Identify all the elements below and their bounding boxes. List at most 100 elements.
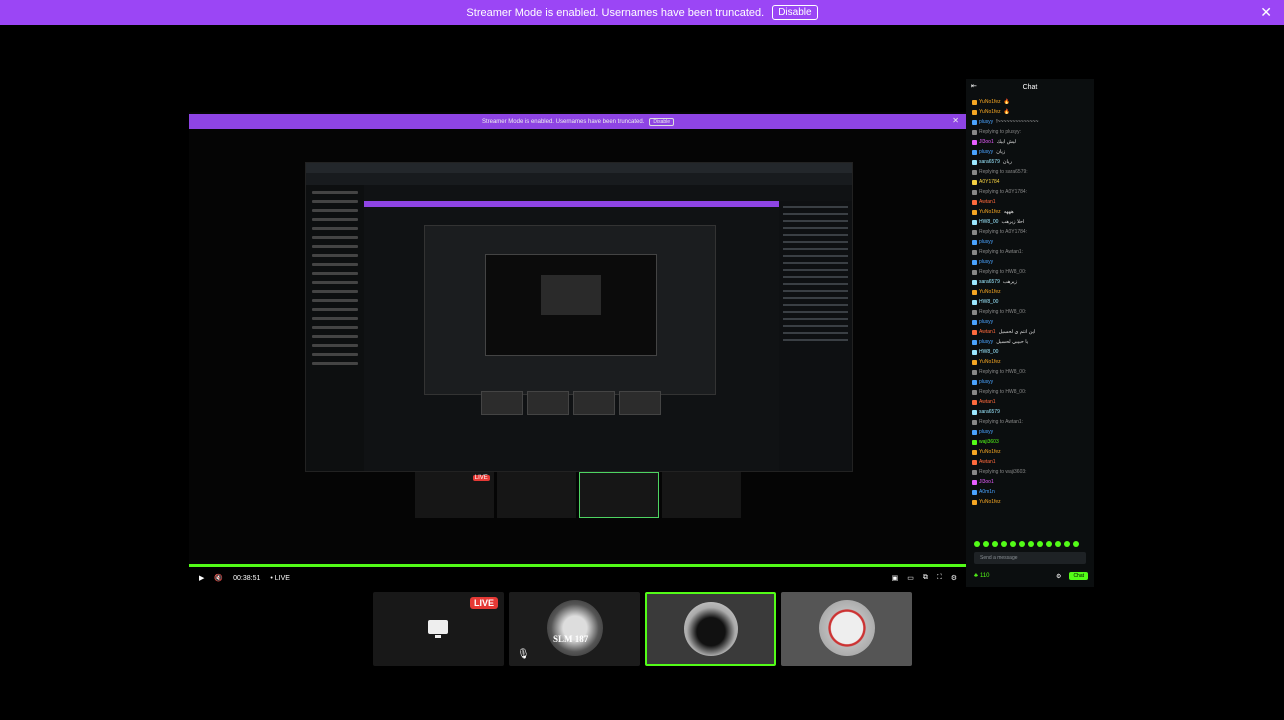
chat-username[interactable]: YuNo1fez: [979, 287, 1001, 297]
captured-purple-banner: [364, 201, 779, 207]
chat-username[interactable]: YuNo1fez: [979, 447, 1001, 457]
chat-username[interactable]: Replying to Awtan1:: [979, 417, 1023, 427]
clip-icon[interactable]: ⧉: [923, 574, 928, 582]
emote[interactable]: [1001, 541, 1007, 547]
chat-username[interactable]: Awtan1: [979, 397, 996, 407]
chat-username[interactable]: plusyy: [979, 427, 993, 437]
emote[interactable]: [1037, 541, 1043, 547]
chat-username[interactable]: Replying to plusyy:: [979, 127, 1021, 137]
fullscreen-icon[interactable]: ⛶: [937, 574, 942, 582]
chat-username[interactable]: YuNo1fez: [979, 97, 1001, 107]
chat-message: plusyy: [972, 377, 1088, 387]
chat-message: YuNo1fez: [972, 447, 1088, 457]
chat-username[interactable]: sara6579: [979, 407, 1000, 417]
chat-username[interactable]: YuNo1fez: [979, 207, 1001, 217]
chat-username[interactable]: HW8_00: [979, 297, 998, 307]
chat-username[interactable]: YuNo1fez: [979, 357, 1001, 367]
chat-text: ريان: [1002, 159, 1012, 165]
play-icon[interactable]: ▶: [199, 574, 204, 582]
emote[interactable]: [1064, 541, 1070, 547]
user-badge-icon: [972, 499, 977, 505]
chat-username[interactable]: Awtan1: [979, 457, 996, 467]
chat-username[interactable]: Replying to HW8_00:: [979, 307, 1026, 317]
user-badge-icon: [972, 469, 977, 475]
user-badge-icon: [972, 409, 977, 415]
slm-avatar: [547, 600, 603, 656]
chat-username[interactable]: Replying to A0Y1784:: [979, 227, 1027, 237]
cam-tile-2[interactable]: [645, 592, 776, 666]
user-badge-icon: [972, 439, 977, 445]
user-badge-icon: [972, 159, 977, 165]
chat-message: Replying to HW8_00:: [972, 307, 1088, 317]
emote[interactable]: [1046, 541, 1052, 547]
user-badge-icon: [972, 339, 977, 345]
chat-username[interactable]: Replying to Awtan1:: [979, 247, 1023, 257]
chat-username[interactable]: sara6579: [979, 157, 1000, 167]
emote[interactable]: [1055, 541, 1061, 547]
chat-username[interactable]: A0m1n: [979, 487, 995, 497]
chat-message: A0m1n: [972, 487, 1088, 497]
emote[interactable]: [1073, 541, 1079, 547]
chat-text: يا حبيبي لحسيل: [996, 339, 1029, 345]
chat-message: Replying to Awtan1:: [972, 247, 1088, 257]
chat-settings-icon[interactable]: ⚙: [1056, 573, 1061, 580]
chat-text: !~~~~~~~~~~~~~~: [996, 119, 1039, 125]
chat-username[interactable]: plusyy: [979, 117, 993, 127]
collapse-icon[interactable]: ⇤: [971, 82, 977, 90]
user-badge-icon: [972, 479, 977, 485]
chat-text: هههه: [1003, 209, 1014, 215]
close-icon[interactable]: ✕: [1260, 4, 1272, 21]
chat-username[interactable]: Replying to HW8_00:: [979, 367, 1026, 377]
emote[interactable]: [1019, 541, 1025, 547]
chat-username[interactable]: plusyy: [979, 317, 993, 327]
chat-username[interactable]: A0Y1784: [979, 177, 1000, 187]
chat-username[interactable]: plusyy: [979, 237, 993, 247]
user-badge-icon: [972, 449, 977, 455]
cam-tile-3[interactable]: [781, 592, 912, 666]
chat-username[interactable]: sara6579: [979, 277, 1000, 287]
send-chat-button[interactable]: Chat: [1069, 572, 1088, 580]
settings-icon[interactable]: ⚙: [951, 574, 957, 582]
live-badge: LIVE: [469, 597, 498, 609]
chat-username[interactable]: Jl3oo1: [979, 137, 994, 147]
screen-tile[interactable]: LIVE: [373, 592, 504, 666]
chat-message: Replying to HW8_00:: [972, 267, 1088, 277]
captured-disable-button: Disable: [649, 117, 675, 126]
chat-username[interactable]: waji3603: [979, 437, 999, 447]
pip-icon[interactable]: ▣: [892, 574, 899, 582]
chat-username[interactable]: Replying to HW8_00:: [979, 387, 1026, 397]
captured-chat: [779, 201, 852, 471]
emote[interactable]: [974, 541, 980, 547]
chat-username[interactable]: plusyy: [979, 147, 993, 157]
chat-username[interactable]: Replying to HW8_00:: [979, 267, 1026, 277]
chat-username[interactable]: plusyy: [979, 257, 993, 267]
theater-icon[interactable]: ▭: [907, 574, 914, 582]
chat-username[interactable]: Jl3oo1: [979, 477, 994, 487]
chat-username[interactable]: Awtan1: [979, 197, 996, 207]
chat-username[interactable]: Replying to waji3603:: [979, 467, 1027, 477]
emote[interactable]: [992, 541, 998, 547]
chat-username[interactable]: YuNo1fez: [979, 107, 1001, 117]
chat-username[interactable]: HW8_00: [979, 217, 998, 227]
video-player[interactable]: Streamer Mode is enabled. Usernames have…: [189, 112, 967, 564]
chat-username[interactable]: HW8_00: [979, 347, 998, 357]
chat-message: plusyy: [972, 257, 1088, 267]
chat-username[interactable]: Replying to A0Y1784:: [979, 187, 1027, 197]
chat-input[interactable]: Send a message: [974, 552, 1086, 564]
chat-username[interactable]: YuNo1fez: [979, 497, 1001, 507]
mute-icon[interactable]: 🔇: [214, 574, 223, 582]
chat-message: YuNo1fez هههه: [972, 207, 1088, 217]
emote[interactable]: [1010, 541, 1016, 547]
emote[interactable]: [1028, 541, 1034, 547]
chat-message: Replying to HW8_00:: [972, 367, 1088, 377]
chat-title: Chat: [1022, 83, 1038, 91]
chat-message: YuNo1fez: [972, 497, 1088, 507]
disable-button[interactable]: Disable: [772, 5, 818, 20]
chat-username[interactable]: Awtan1: [979, 327, 996, 337]
slm-cam-tile[interactable]: SLM 187 🎙: [509, 592, 640, 666]
emote[interactable]: [983, 541, 989, 547]
chat-username[interactable]: plusyy: [979, 377, 993, 387]
chat-username[interactable]: Replying to sara6579:: [979, 167, 1028, 177]
chat-username[interactable]: plusyy: [979, 337, 993, 347]
progress-bar[interactable]: [189, 564, 967, 567]
